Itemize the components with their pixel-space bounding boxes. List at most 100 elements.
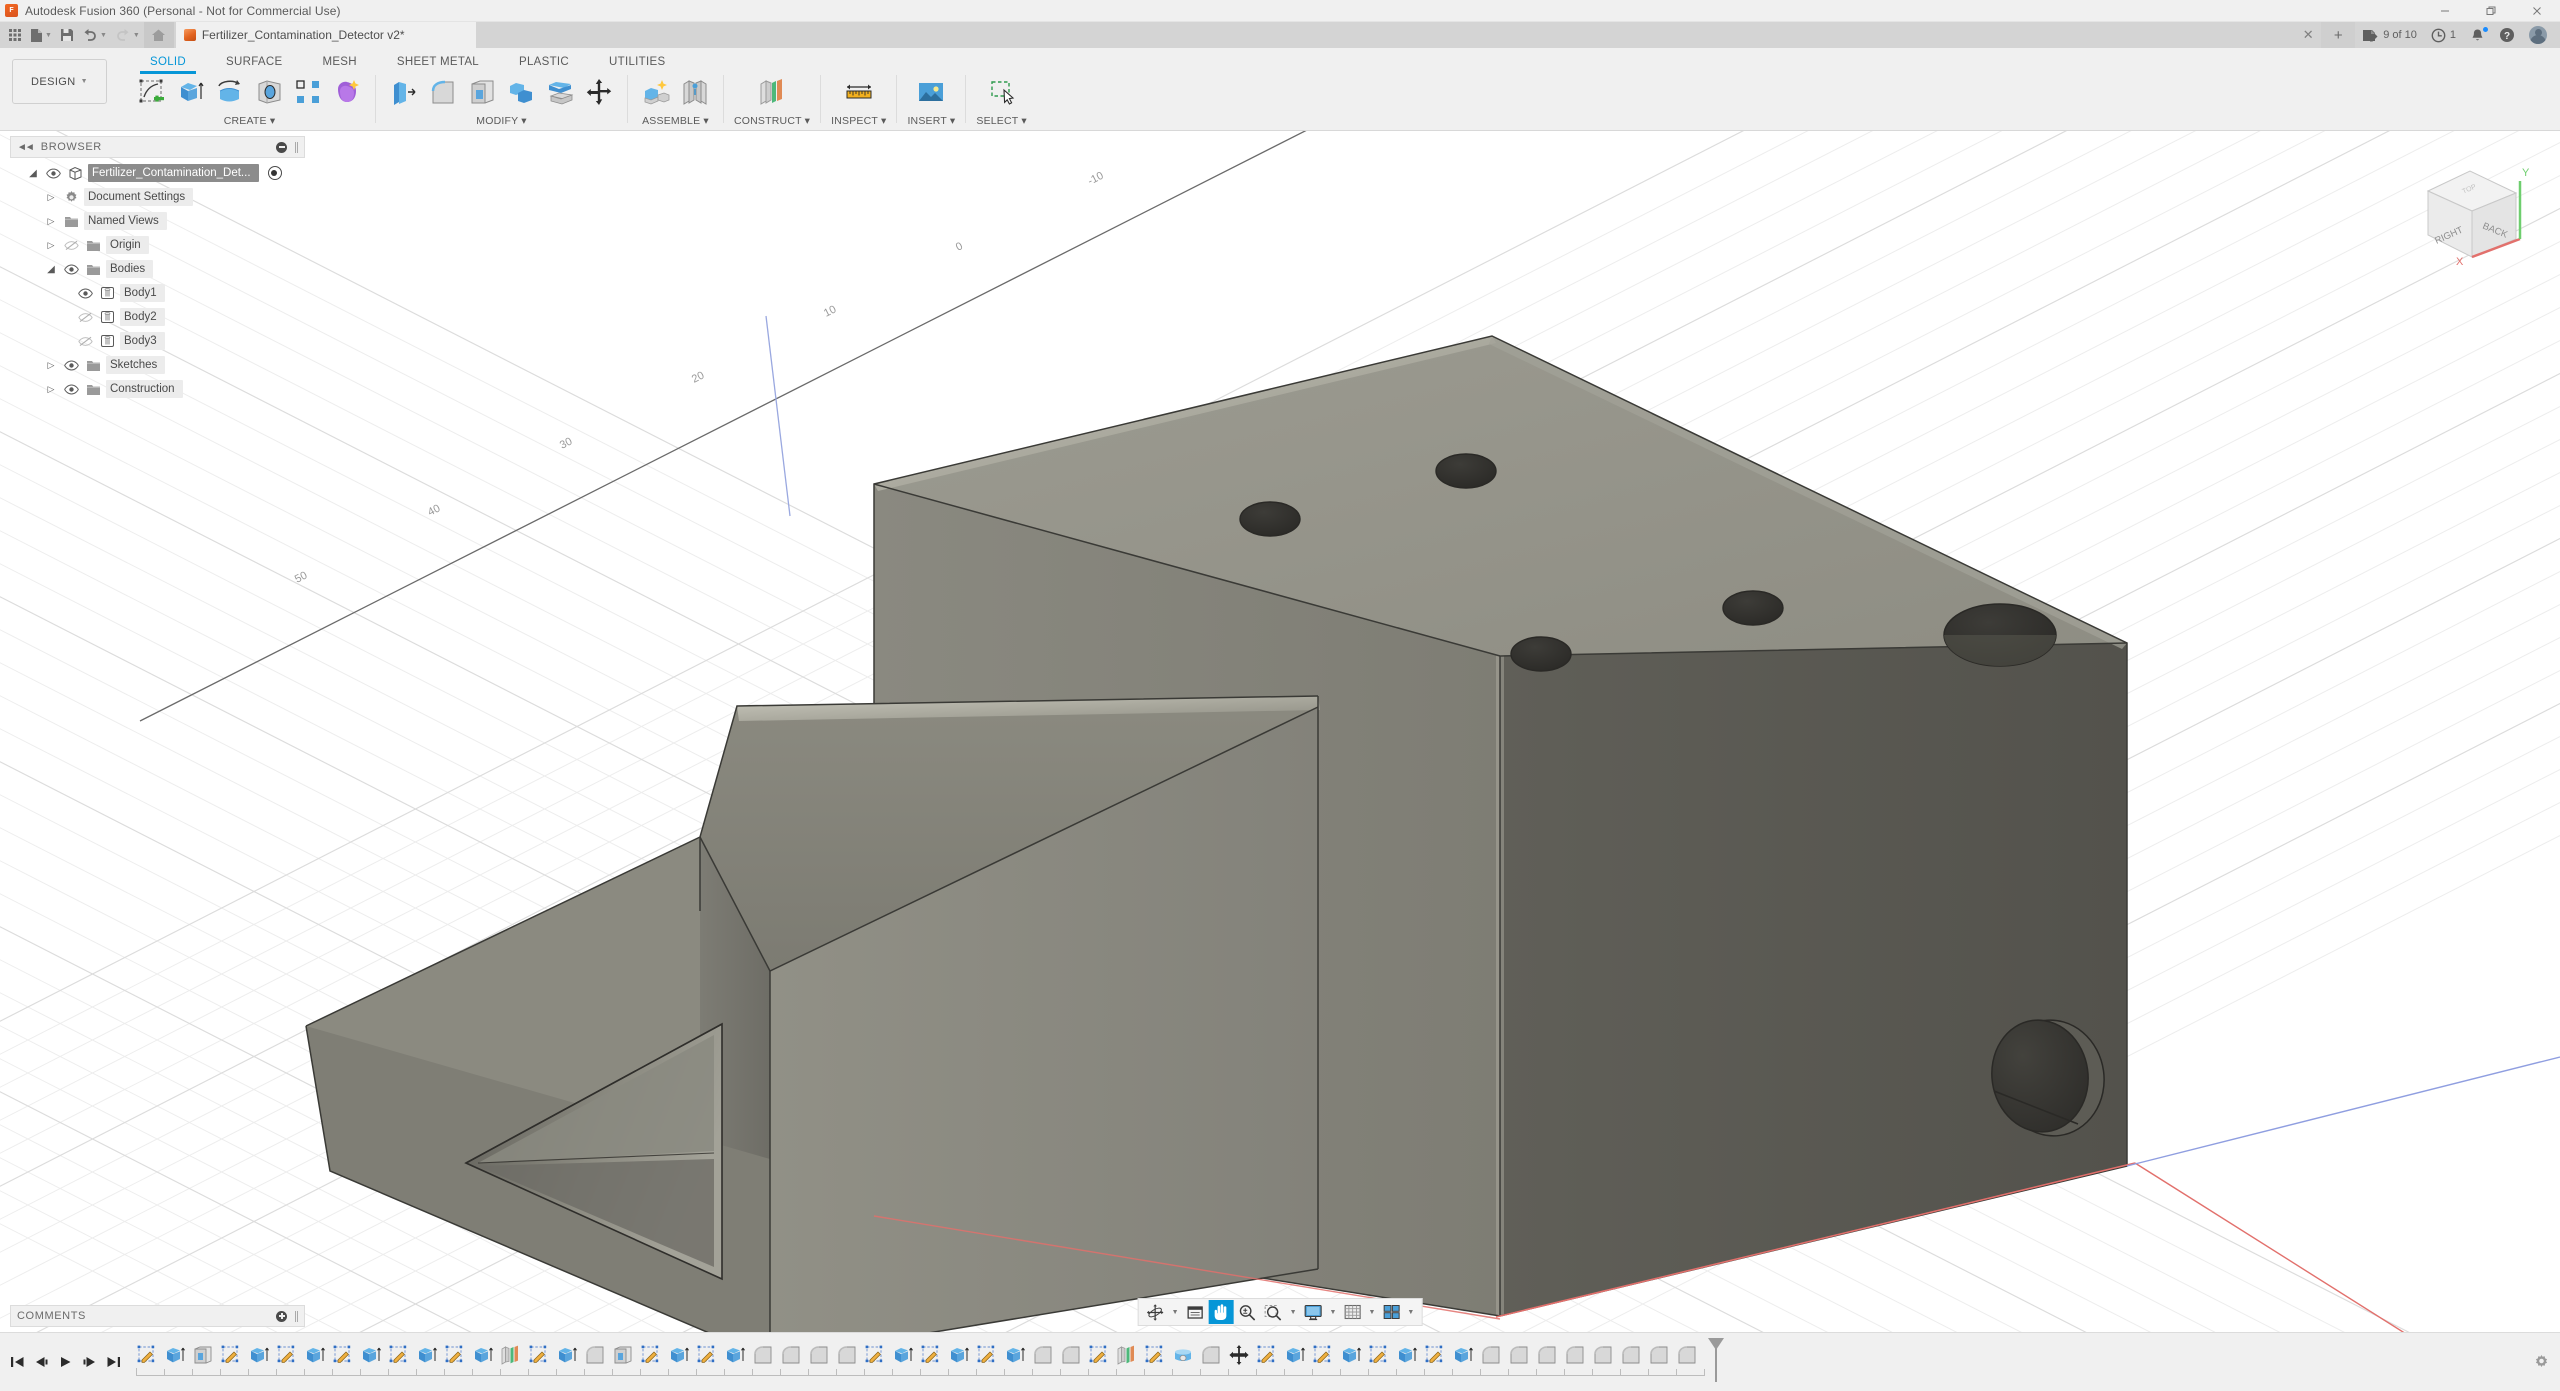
expand-arrow-icon[interactable] [44,240,58,251]
workspace-selector[interactable]: DESIGN ▼ [12,59,107,104]
timeline-track[interactable] [134,1338,2522,1386]
timeline-feature-extrude[interactable] [554,1342,580,1368]
timeline-settings-icon[interactable] [2528,1349,2554,1375]
ribbon-tab-plastic[interactable]: PLASTIC [499,48,589,74]
save-icon[interactable] [56,22,78,48]
timeline-feature-shell[interactable] [190,1342,216,1368]
tree-node-body3[interactable]: Body3 [10,329,305,353]
pan-icon[interactable] [1209,1300,1234,1324]
chevron-down-icon[interactable]: ▼ [100,32,107,39]
notifications-button[interactable] [2463,22,2492,48]
browser-minimize-icon[interactable] [276,142,287,153]
extrude-icon[interactable] [173,74,209,110]
view-cube[interactable]: RIGHT BACK TOP X Y [2408,153,2538,273]
visibility-eye-icon[interactable] [62,357,80,373]
timeline-feature-sketch[interactable] [218,1342,244,1368]
grid-snaps-icon[interactable] [1340,1300,1364,1324]
chevron-down-icon[interactable]: ▼ [1287,1309,1300,1316]
chevron-down-icon[interactable]: ▼ [45,32,52,39]
expand-arrow-icon[interactable] [44,264,58,275]
chevron-down-icon[interactable]: ▼ [133,32,140,39]
comments-panel[interactable]: COMMENTS [10,1305,305,1327]
timeline-feature-extrude[interactable] [470,1342,496,1368]
timeline-feature-sketch[interactable] [1086,1342,1112,1368]
undo-icon[interactable]: ▼ [78,22,111,48]
ribbon-tab-solid[interactable]: SOLID [130,48,206,74]
zoom-icon[interactable] [1235,1300,1260,1324]
browser-grip-icon[interactable] [295,142,298,153]
timeline-step-forward-button[interactable] [78,1349,100,1375]
timeline-feature-sketch[interactable] [1366,1342,1392,1368]
browser-collapse-icon[interactable]: ◄◄ [17,142,33,153]
split-body-icon[interactable] [542,74,578,110]
expand-arrow-icon[interactable] [44,360,58,371]
select-window-icon[interactable] [984,74,1020,110]
create-sketch-icon[interactable] [134,74,170,110]
tree-node-body2[interactable]: Body2 [10,305,305,329]
revolve-icon[interactable] [212,74,248,110]
construction-plane-icon[interactable] [754,74,790,110]
timeline-feature-sketch[interactable] [1142,1342,1168,1368]
timeline-feature-fillet[interactable] [1674,1342,1700,1368]
inspect-panel-label[interactable]: INSPECT ▾ [831,115,886,129]
help-button[interactable]: ? [2492,22,2522,48]
construct-panel-label[interactable]: CONSTRUCT ▾ [734,115,810,129]
tree-node-construction[interactable]: Construction [10,377,305,401]
timeline-feature-revolve[interactable] [1170,1342,1196,1368]
account-avatar[interactable] [2522,22,2554,48]
ribbon-tab-utilities[interactable]: UTILITIES [589,48,685,74]
timeline-feature-sketch[interactable] [330,1342,356,1368]
modify-panel-label[interactable]: MODIFY ▾ [476,115,526,129]
timeline-feature-fillet[interactable] [1590,1342,1616,1368]
expand-arrow-icon[interactable] [44,384,58,395]
timeline-feature-sketch[interactable] [918,1342,944,1368]
select-panel-label[interactable]: SELECT ▾ [976,115,1026,129]
timeline-feature-sketch[interactable] [442,1342,468,1368]
look-at-icon[interactable] [1183,1300,1208,1324]
timeline-feature-sketch[interactable] [1254,1342,1280,1368]
tree-node-sketches[interactable]: Sketches [10,353,305,377]
timeline-feature-sketch[interactable] [638,1342,664,1368]
hole-icon[interactable] [251,74,287,110]
timeline-feature-extrude[interactable] [890,1342,916,1368]
timeline-feature-fillet[interactable] [778,1342,804,1368]
insert-panel-label[interactable]: INSERT ▾ [907,115,955,129]
display-settings-icon[interactable] [1301,1300,1326,1324]
timeline-feature-extrude[interactable] [666,1342,692,1368]
timeline-feature-fillet[interactable] [1030,1342,1056,1368]
timeline-feature-fillet[interactable] [1198,1342,1224,1368]
visibility-eye-hidden-icon[interactable] [62,237,80,253]
timeline-feature-fillet[interactable] [1534,1342,1560,1368]
fit-icon[interactable] [1261,1300,1286,1324]
timeline-feature-extrude[interactable] [722,1342,748,1368]
form-icon[interactable] [329,74,365,110]
timeline-feature-extrude[interactable] [414,1342,440,1368]
rectangular-pattern-icon[interactable] [290,74,326,110]
timeline-feature-sketch[interactable] [526,1342,552,1368]
timeline-feature-fillet[interactable] [1562,1342,1588,1368]
timeline-begin-button[interactable] [6,1349,28,1375]
ribbon-tab-surface[interactable]: SURFACE [206,48,302,74]
jobs-status[interactable]: 9 of 10 [2355,22,2424,48]
tree-node-origin[interactable]: Origin [10,233,305,257]
new-component-icon[interactable] [638,74,674,110]
timeline-feature-fillet[interactable] [582,1342,608,1368]
visibility-eye-hidden-icon[interactable] [76,333,94,349]
comments-grip-icon[interactable] [295,1311,298,1322]
app-grid-icon[interactable] [4,22,26,48]
add-comment-icon[interactable] [276,1311,287,1322]
orbit-icon[interactable] [1143,1300,1168,1324]
timeline-feature-extrude[interactable] [162,1342,188,1368]
chevron-down-icon[interactable]: ▼ [1327,1309,1340,1316]
timeline-feature-sketch[interactable] [862,1342,888,1368]
ribbon-tab-sheet-metal[interactable]: SHEET METAL [377,48,499,74]
timeline-step-back-button[interactable] [30,1349,52,1375]
document-tab[interactable]: Fertilizer_Contamination_Detector v2* [176,22,476,48]
new-file-icon[interactable]: ▼ [26,22,56,48]
timeline-feature-sketch[interactable] [1310,1342,1336,1368]
combine-icon[interactable] [503,74,539,110]
timeline-feature-extrude[interactable] [1394,1342,1420,1368]
timeline-feature-extrude[interactable] [1282,1342,1308,1368]
joint-icon[interactable] [677,74,713,110]
recent-activity[interactable]: 1 [2424,22,2463,48]
